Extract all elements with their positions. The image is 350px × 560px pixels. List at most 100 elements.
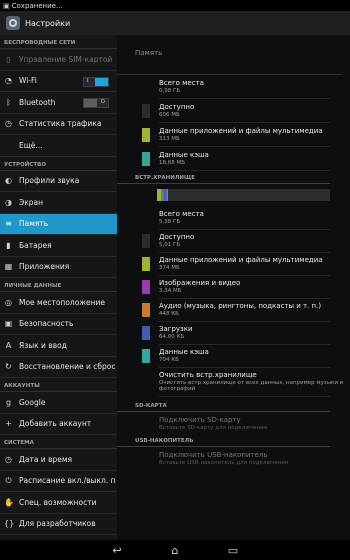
storage-item: Данные кэша 704 КБ [117,345,350,368]
settings-header-item[interactable]: ▦ Приложения [0,257,117,278]
storage-item-label: Данные приложений и файлы мультимедиа [159,256,323,264]
storage-color-swatch [142,326,150,340]
settings-header-item[interactable]: A Язык и ввод [0,335,117,357]
settings-header-item[interactable]: ◔ Wi-Fi I [0,71,117,92]
storage-item: Аудио (музыка, рингтоны, подкасты и т. п… [117,299,350,322]
section-header: СИСТЕМА [0,435,117,449]
storage-color-swatch [142,257,150,271]
settings-header-item[interactable]: ◷ Статистика трафика [0,114,117,135]
divider [159,396,330,397]
storage-item-value: 5,38 ГБ [159,219,181,225]
settings-header-label: Батарея [19,240,52,250]
storage-color-swatch [142,104,150,118]
storage-item-label: Загрузки [159,325,193,333]
storage-item[interactable]: Очистить встр.хранилище Очистить встр.хра… [117,368,350,397]
settings-header-item[interactable]: Ещё... [0,135,117,157]
settings-header-label: Профили звука [19,176,80,186]
developer-icon: {} [4,519,15,529]
settings-header-label: Память [19,219,49,229]
section-header: УСТРОЙСТВО [0,157,117,171]
recents-icon[interactable]: ▭ [225,544,241,557]
storage-item: Загрузки 64,00 КБ [117,322,350,345]
storage-color-swatch [142,234,150,248]
mount-sd-card-item[interactable]: Подключить SD-карту Вставьте SD-карту дл… [117,412,350,431]
settings-header-item[interactable]: ◎ Мое местоположение [0,292,117,314]
storage-item: Доступно 606 МБ [117,99,350,123]
settings-header-label: Bluetooth [19,97,56,107]
storage-item-value: 0,98 ГБ [159,88,181,94]
toggle-switch[interactable]: O [83,98,109,108]
status-notification: Сохранение... [11,1,63,10]
toggle-switch[interactable]: I [83,76,109,87]
storage-color-swatch [142,152,150,166]
settings-header-item[interactable]: + Добавить аккаунт [0,414,117,435]
divider [159,170,330,171]
settings-app-icon[interactable] [6,16,20,30]
settings-header-label: Язык и ввод [19,340,67,350]
section-header: БЕСПРОВОДНЫЕ СЕТИ [0,35,117,49]
settings-header-item[interactable]: ▯ Управление SIM-картой [0,49,117,71]
settings-header-item[interactable]: ▣ Безопасность [0,314,117,335]
language-icon: A [5,340,12,350]
usage-bar-segment [166,189,168,201]
storage-color-swatch [142,349,150,363]
wifi-icon: ◔ [5,76,12,86]
clock-icon: ◷ [5,454,12,464]
accessibility-icon: ✋ [4,497,14,507]
mount-usb-storage-item[interactable]: Подключить USB-накопитель Вставьте USB-н… [117,447,350,466]
storage-item-label: Всего места [159,210,204,218]
settings-header-item[interactable]: ◐ Профили звука [0,171,117,192]
home-icon[interactable]: ⌂ [167,544,183,557]
storage-item: Данные приложений и файлы мультимедиа 313… [117,123,350,147]
section-header: АККАУНТЫ [0,378,117,392]
storage-item: Данные приложений и файлы мультимедиа 374… [117,253,350,276]
settings-header-label: Google [19,397,46,407]
storage-item: Всего места 5,38 ГБ [117,207,350,230]
storage-item-label: Данные приложений и файлы мультимедиа [159,127,323,135]
storage-item-value: 64,00 КБ [159,334,185,340]
settings-header-label: Для разработчиков [19,519,96,529]
location-icon: ◎ [5,297,12,307]
settings-header-label: Wi-Fi [19,76,37,86]
storage-item-value: 3,34 МБ [159,288,182,294]
back-icon[interactable]: ↩ [109,544,125,557]
sound-icon: ◐ [5,176,12,186]
storage-detail-panel: Память Всего места 0,98 ГБ Доступно 606 МБ Д… [117,35,350,540]
storage-item: Изображения и видео 3,34 МБ [117,276,350,299]
settings-header-label: Добавить аккаунт [19,419,92,429]
settings-header-item[interactable]: ↻ Восстановление и сброс [0,357,117,378]
settings-header-item[interactable]: ▮ Батарея [0,235,117,257]
usb-storage-header: USB-НАКОПИТЕЛЬ [117,434,330,447]
navigation-bar: ↩ ⌂ ▭ [0,540,350,560]
settings-header-item[interactable]: ᛒ Bluetooth O [0,92,117,114]
data-usage-icon: ◷ [5,119,12,129]
settings-header-item[interactable]: ◑ Экран [0,192,117,214]
storage-item-label: Аудио (музыка, рингтоны, подкасты и т. п… [159,302,322,310]
storage-color-swatch [142,128,150,142]
settings-header-label: Ещё... [19,140,43,150]
storage-item-value: 374 МБ [159,265,180,271]
storage-item-value: 606 МБ [159,112,180,118]
settings-header-item[interactable]: ✋ Спец. возможности [0,492,117,514]
storage-item-value: 448 КБ [159,311,179,317]
google-icon: g [5,397,12,407]
settings-header-label: Восстановление и сброс [19,362,116,372]
storage-item-label: Всего места [159,79,204,87]
settings-header-item[interactable]: g Google [0,392,117,414]
settings-header-label: Статистика трафика [19,119,102,129]
settings-header-item[interactable]: ◷ Дата и время [0,449,117,471]
settings-header-label: Спец. возможности [19,497,97,507]
settings-header-item[interactable]: ⏻ Расписание вкл./выкл. п [0,471,117,492]
settings-header-item[interactable]: {} Для разработчиков [0,514,117,535]
panel-title: Память [117,35,342,75]
settings-header-label: Приложения [19,262,70,272]
internal-storage-list: Всего места 5,38 ГБ Доступно 5,01 ГБ Данные … [117,207,350,397]
backup-icon: ↻ [5,362,12,372]
storage-item: Данные кэша 18,68 МБ [117,147,350,171]
display-icon: ◑ [5,197,12,207]
storage-color-swatch [142,280,150,294]
save-icon: ▣ [3,1,10,10]
settings-header-item[interactable]: ≡ Память [0,213,117,235]
storage-item-label: Изображения и видео [159,279,241,287]
storage-item-value: 18,68 МБ [159,160,186,166]
